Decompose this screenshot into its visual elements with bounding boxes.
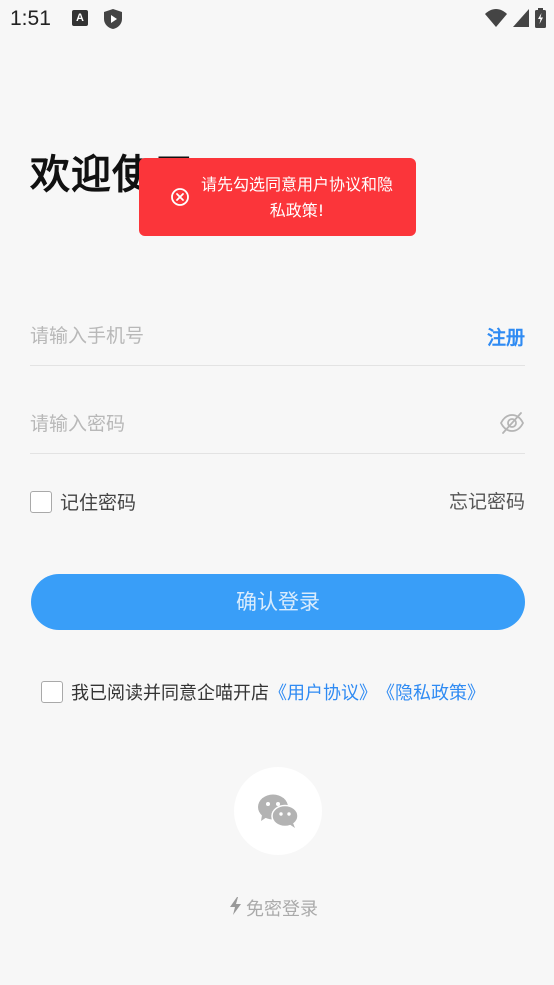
login-button[interactable]: 确认登录 xyxy=(31,574,525,630)
wechat-login-button[interactable] xyxy=(234,767,322,855)
signal-icon xyxy=(513,9,529,31)
lightning-icon xyxy=(230,896,242,920)
remember-password: 记住密码 xyxy=(30,488,136,515)
phone-input[interactable] xyxy=(30,312,430,360)
a-notification-icon: A xyxy=(72,10,88,26)
quick-login-label: 免密登录 xyxy=(246,899,318,920)
status-bar: 1:51 A xyxy=(0,0,554,38)
remember-checkbox[interactable] xyxy=(30,490,52,513)
eye-off-icon[interactable] xyxy=(499,410,525,440)
agreement-checkbox[interactable] xyxy=(41,681,63,703)
error-toast: 请先勾选同意用户协议和隐私政策! xyxy=(139,158,416,236)
forgot-password-link[interactable]: 忘记密码 xyxy=(449,487,525,514)
password-field-row xyxy=(30,400,525,454)
user-agreement-link[interactable]: 《用户协议》 xyxy=(269,679,377,705)
battery-icon xyxy=(535,8,546,32)
remember-label: 记住密码 xyxy=(60,492,137,514)
wifi-icon xyxy=(485,9,507,31)
toast-message: 请先勾选同意用户协议和隐私政策! xyxy=(200,175,393,220)
password-input[interactable] xyxy=(30,400,430,448)
status-icons xyxy=(485,8,546,32)
status-time: 1:51 xyxy=(10,7,51,30)
register-link[interactable]: 注册 xyxy=(487,323,525,350)
quick-login[interactable]: 免密登录 xyxy=(230,895,318,921)
error-circle-icon xyxy=(170,187,190,211)
privacy-policy-link[interactable]: 《隐私政策》 xyxy=(377,679,485,705)
phone-field-row: 注册 xyxy=(30,312,525,366)
agreement-text: 我已阅读并同意企喵开店 xyxy=(71,683,269,704)
shield-play-icon xyxy=(104,9,122,33)
agreement-row: 我已阅读并同意企喵开店 《用户协议》 《隐私政策》 xyxy=(41,679,485,705)
wechat-icon xyxy=(256,791,300,835)
